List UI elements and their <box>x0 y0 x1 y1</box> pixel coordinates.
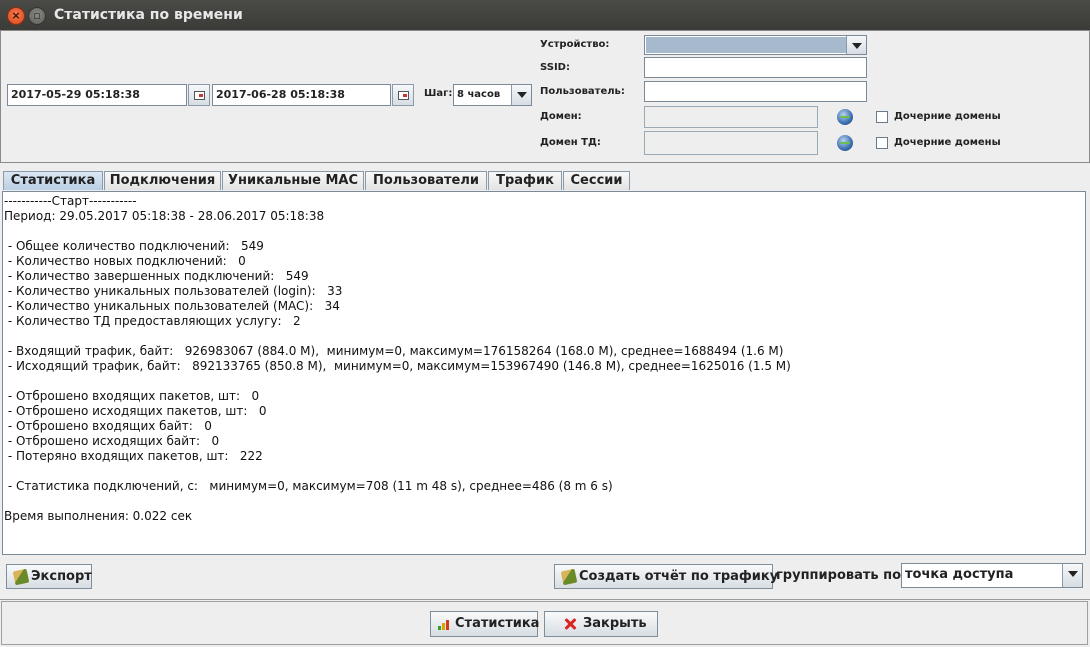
statistics-line: - Отброшено входящих байт: 0 <box>4 419 212 433</box>
child-domains-td-label: Дочерние домены <box>894 137 1001 148</box>
tab-users[interactable]: Пользователи <box>365 171 487 190</box>
statistics-line: - Отброшено исходящих байт: 0 <box>4 434 220 448</box>
minimize-icon: ▫ <box>33 9 41 22</box>
window-title: Статистика по времени <box>54 7 243 23</box>
statistics-line: Время выполнения: 0.022 сек <box>4 509 193 523</box>
date-from-field[interactable]: 2017-05-29 05:18:38 <box>7 84 187 106</box>
date-to-calendar-button[interactable] <box>392 84 414 106</box>
statistics-line: - Входящий трафик, байт: 926983067 (884.… <box>4 344 784 358</box>
footer-divider <box>0 599 1090 600</box>
calendar-icon <box>194 91 205 100</box>
date-to-field[interactable]: 2017-06-28 05:18:38 <box>212 84 391 106</box>
tab-traffic[interactable]: Трафик <box>488 171 562 190</box>
globe-icon[interactable] <box>837 109 853 125</box>
window-minimize-button[interactable]: ▫ <box>28 7 46 25</box>
globe-icon[interactable] <box>837 135 853 151</box>
device-select[interactable] <box>644 35 867 55</box>
export-button[interactable]: Экспорт <box>6 564 92 589</box>
statistics-line: - Количество уникальных пользователей (l… <box>4 284 343 298</box>
statistics-line: - Количество завершенных подключений: 54… <box>4 269 309 283</box>
close-button[interactable]: Закрыть <box>544 611 658 637</box>
statistics-line: - Отброшено входящих пакетов, шт: 0 <box>4 389 260 403</box>
chevron-down-icon <box>1062 564 1082 587</box>
statistics-line <box>4 464 1082 479</box>
statistics-text: -----------Старт----------- Период: 29.05… <box>4 194 1082 524</box>
child-domains-label: Дочерние домены <box>894 111 1001 122</box>
statistics-line: Период: 29.05.2017 05:18:38 - 28.06.2017… <box>4 209 325 223</box>
domain-td-label: Домен ТД: <box>540 137 601 148</box>
domain-td-field <box>644 131 818 155</box>
tab-sessions[interactable]: Сессии <box>563 171 630 190</box>
chevron-down-icon <box>846 36 866 54</box>
close-icon <box>563 617 577 631</box>
close-icon: × <box>11 9 21 22</box>
user-label: Пользователь: <box>540 86 625 97</box>
calendar-icon <box>398 91 409 100</box>
date-from-calendar-button[interactable] <box>188 84 210 106</box>
statistics-line: - Статистика подключений, с: минимум=0, … <box>4 479 613 493</box>
statistics-line: - Количество уникальных пользователей (M… <box>4 299 340 313</box>
statistics-line: - Отброшено исходящих пакетов, шт: 0 <box>4 404 267 418</box>
domain-label: Домен: <box>540 111 582 122</box>
create-report-label: Создать отчёт по трафику <box>579 569 779 584</box>
create-traffic-report-button[interactable]: Создать отчёт по трафику <box>554 564 778 589</box>
statistics-line: - Общее количество подключений: 549 <box>4 239 264 253</box>
export-icon <box>12 568 30 586</box>
step-select[interactable]: 8 часов <box>453 84 532 106</box>
statistics-line <box>4 329 1082 344</box>
window-close-button[interactable]: × <box>7 7 25 25</box>
group-by-value: точка доступа <box>905 567 1014 582</box>
step-label: Шаг: <box>424 88 453 99</box>
domain-field <box>644 106 818 128</box>
statistics-button[interactable]: Статистика <box>430 611 540 637</box>
tab-unique-mac[interactable]: Уникальные МАС <box>222 171 364 190</box>
statistics-line <box>4 374 1082 389</box>
step-select-value: 8 часов <box>457 89 501 100</box>
statistics-line: - Исходящий трафик, байт: 892133765 (850… <box>4 359 791 373</box>
device-select-value <box>646 37 846 53</box>
statistics-line: - Количество ТД предоставляющих услугу: … <box>4 314 301 328</box>
statistics-line: -----------Старт----------- <box>4 194 137 208</box>
bar-chart-icon <box>438 617 452 631</box>
child-domains-td-checkbox[interactable] <box>876 137 888 149</box>
ssid-field[interactable] <box>644 57 867 78</box>
tab-statistics[interactable]: Статистика <box>3 171 103 190</box>
report-icon <box>560 568 578 586</box>
statistics-line <box>4 494 1082 509</box>
user-field[interactable] <box>644 81 867 102</box>
statistics-line <box>4 224 1082 239</box>
child-domains-checkbox[interactable] <box>876 111 888 123</box>
statistics-button-label: Статистика <box>455 616 540 631</box>
chevron-down-icon <box>511 85 531 105</box>
statistics-line: - Потеряно входящих пакетов, шт: 222 <box>4 449 263 463</box>
ssid-label: SSID: <box>540 62 570 73</box>
device-label: Устройство: <box>540 39 610 50</box>
group-by-label: группировать по: <box>776 568 907 583</box>
export-button-label: Экспорт <box>31 569 92 584</box>
group-by-select[interactable]: точка доступа <box>901 563 1083 588</box>
close-button-label: Закрыть <box>583 616 647 631</box>
tab-connections[interactable]: Подключения <box>104 171 221 190</box>
statistics-line: - Количество новых подключений: 0 <box>4 254 246 268</box>
